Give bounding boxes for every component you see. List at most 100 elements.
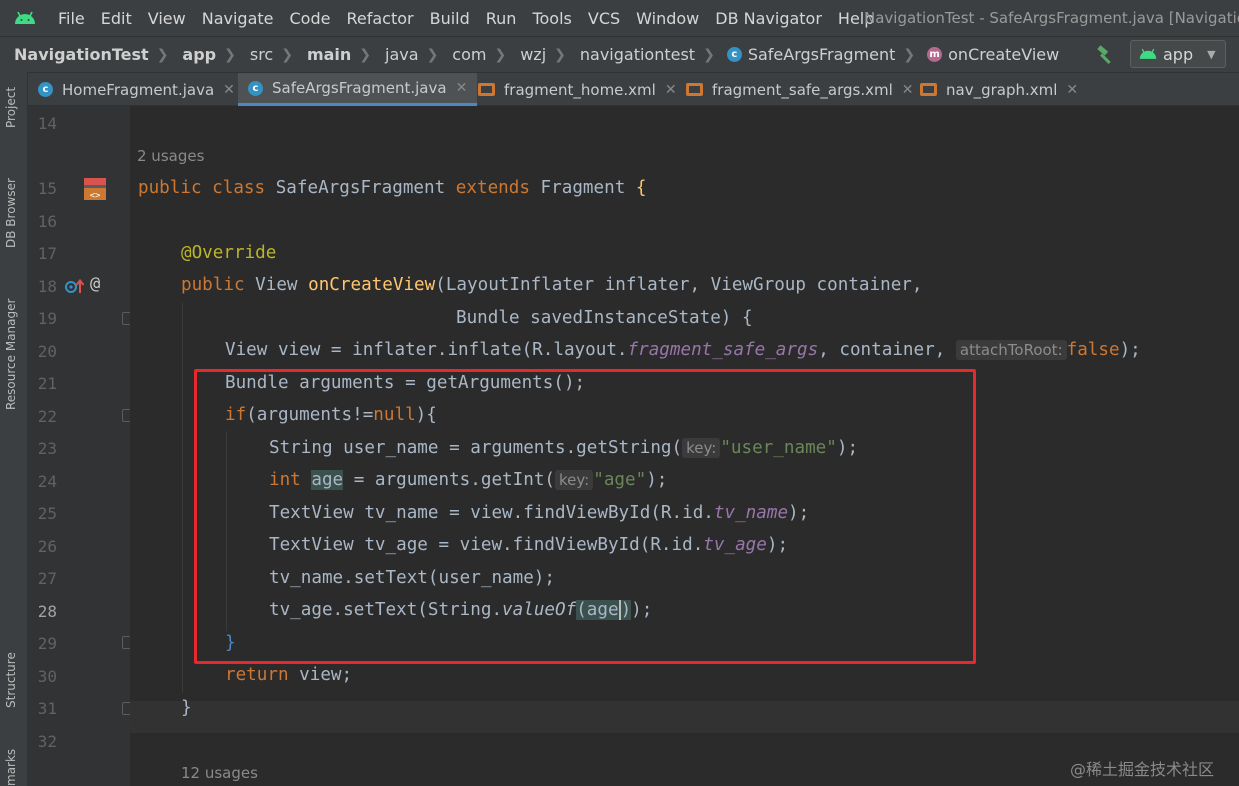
override-method-icon[interactable] [64, 277, 86, 297]
tab-fragment-safe-args-xml[interactable]: fragment_safe_args.xml ✕ [686, 73, 914, 106]
chevron-right-icon: ❯ [359, 46, 372, 63]
close-icon[interactable]: ✕ [665, 82, 677, 98]
chevron-right-icon: ❯ [281, 46, 293, 63]
line-number: 23 [37, 439, 57, 458]
line-number: 24 [37, 472, 57, 491]
line-number: 17 [37, 244, 57, 263]
line-number: 20 [37, 342, 57, 361]
java-class-icon: c [248, 80, 263, 96]
tool-tab-resource-manager[interactable]: Resource Manager [4, 299, 18, 410]
line-number: 18 [37, 277, 57, 296]
chevron-right-icon: ❯ [554, 46, 566, 63]
tool-tab-bookmarks[interactable]: marks [4, 749, 18, 786]
build-hammer-icon[interactable] [1095, 44, 1117, 66]
tab-home-fragment[interactable]: c HomeFragment.java ✕ [38, 73, 235, 106]
close-icon[interactable]: ✕ [1066, 82, 1078, 98]
tab-safe-args-fragment[interactable]: c SafeArgsFragment.java ✕ [238, 73, 478, 106]
line-number: 16 [37, 212, 57, 231]
breadcrumb-project[interactable]: NavigationTest [0, 45, 149, 64]
svg-text:<>: <> [90, 191, 101, 201]
tab-label: fragment_home.xml [504, 80, 656, 99]
window-title: NavigationTest - SafeArgsFragment.java [… [864, 9, 1239, 27]
code-line-31: } [181, 698, 192, 718]
annotation-at-icon[interactable]: @ [90, 274, 100, 294]
line-number: 32 [37, 732, 57, 751]
line-number: 31 [37, 699, 57, 718]
tab-label: fragment_safe_args.xml [712, 80, 893, 99]
menu-navigate[interactable]: Navigate [194, 9, 282, 28]
chevron-right-icon: ❯ [224, 46, 236, 63]
usages-hint[interactable]: 12 usages [181, 764, 258, 782]
tab-nav-graph-xml[interactable]: nav_graph.xml ✕ [920, 73, 1078, 106]
menu-tools[interactable]: Tools [524, 9, 579, 28]
menu-code[interactable]: Code [282, 9, 339, 28]
android-logo-icon [0, 0, 50, 36]
editor-tab-bar: c HomeFragment.java ✕ c SafeArgsFragment… [28, 72, 1239, 106]
code-line-19: Bundle savedInstanceState) { [456, 308, 753, 328]
menu-window[interactable]: Window [628, 9, 707, 28]
code-line-18: public View onCreateView(LayoutInflater … [181, 275, 923, 295]
chevron-right-icon: ❯ [426, 46, 439, 63]
menu-db-navigator[interactable]: DB Navigator [707, 9, 830, 28]
breadcrumb-method[interactable]: onCreateView [934, 45, 1059, 64]
tab-fragment-home-xml[interactable]: fragment_home.xml ✕ [478, 73, 677, 106]
menu-run[interactable]: Run [478, 9, 525, 28]
menu-bar: File Edit View Navigate Code Refactor Bu… [0, 0, 1239, 36]
menu-edit[interactable]: Edit [93, 9, 140, 28]
breadcrumb-java[interactable]: java [371, 45, 419, 64]
breadcrumb-src[interactable]: src [236, 45, 273, 64]
xml-layout-icon [478, 83, 495, 96]
breadcrumb-main[interactable]: main [293, 45, 351, 64]
line-number: 25 [37, 504, 57, 523]
code-editor[interactable]: 2 usages public class SafeArgsFragment e… [130, 106, 1239, 786]
menu-build[interactable]: Build [422, 9, 478, 28]
close-icon[interactable]: ✕ [456, 80, 468, 96]
current-line-highlight [130, 701, 1239, 733]
run-configuration-dropdown[interactable]: app ▼ [1130, 40, 1226, 68]
line-number: 27 [37, 569, 57, 588]
breadcrumb-com[interactable]: com [438, 45, 486, 64]
line-number: 14 [37, 114, 57, 133]
code-line-20: View view = inflater.inflate(R.layout.fr… [225, 340, 1141, 360]
editor-gutter[interactable]: 14 15 16 17 18 19 20 21 22 23 24 25 26 2… [28, 106, 135, 786]
usages-hint[interactable]: 2 usages [137, 147, 204, 165]
line-number: 15 [37, 179, 57, 198]
run-configuration-label: app [1163, 44, 1194, 64]
xml-layout-icon [920, 83, 937, 96]
tool-tab-structure[interactable]: Structure [4, 652, 18, 708]
chevron-down-icon: ▼ [1207, 47, 1216, 61]
chevron-right-icon: ❯ [494, 46, 507, 63]
breadcrumb-wzj[interactable]: wzj [506, 45, 546, 64]
android-icon [1139, 48, 1157, 59]
xml-layout-icon [686, 83, 703, 96]
code-line-15: public class SafeArgsFragment extends Fr… [138, 178, 647, 198]
tab-label: SafeArgsFragment.java [272, 79, 447, 97]
line-number-current: 28 [37, 602, 57, 621]
line-number: 26 [37, 537, 57, 556]
close-icon[interactable]: ✕ [223, 82, 235, 98]
close-icon[interactable]: ✕ [902, 82, 914, 98]
breadcrumb-navigationtest[interactable]: navigationtest [566, 45, 695, 64]
breadcrumb-module[interactable]: app [168, 45, 216, 64]
tool-tab-project[interactable]: Project [4, 87, 18, 128]
chevron-right-icon: ❯ [156, 46, 169, 63]
line-number: 30 [37, 667, 57, 686]
line-number: 19 [37, 309, 57, 328]
breadcrumb: NavigationTest ❯ app ❯ src ❯ main ❯ java… [0, 36, 1239, 72]
layout-file-link-icon[interactable]: <> [82, 176, 108, 202]
tool-tab-db-browser[interactable]: DB Browser [4, 178, 18, 248]
menu-file[interactable]: File [50, 9, 93, 28]
menu-vcs[interactable]: VCS [580, 9, 628, 28]
line-number: 29 [37, 634, 57, 653]
menu-refactor[interactable]: Refactor [338, 9, 421, 28]
menu-view[interactable]: View [140, 9, 194, 28]
tab-label: nav_graph.xml [946, 80, 1058, 99]
parameter-hint: attachToRoot: [955, 340, 1067, 360]
tool-window-stripe: Project DB Browser Resource Manager Stru… [0, 72, 28, 786]
java-class-icon: c [38, 82, 53, 97]
breadcrumb-class[interactable]: SafeArgsFragment [734, 45, 896, 64]
watermark: @稀土掘金技术社区 [1070, 760, 1215, 779]
tab-label: HomeFragment.java [62, 80, 215, 99]
chevron-right-icon: ❯ [903, 46, 916, 63]
chevron-right-icon: ❯ [703, 46, 715, 63]
